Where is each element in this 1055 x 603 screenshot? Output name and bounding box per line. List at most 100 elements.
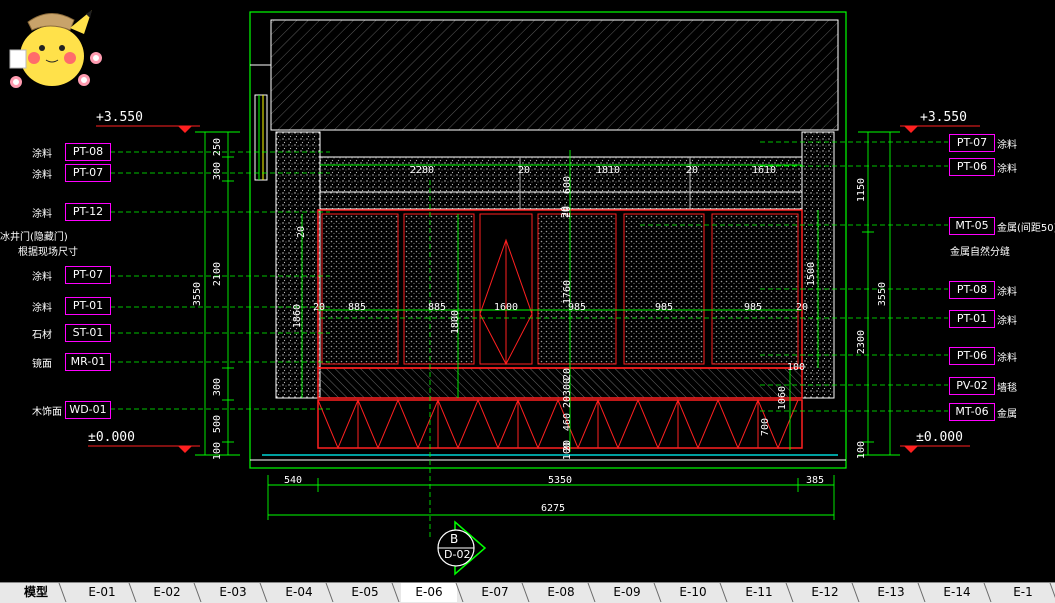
left-dim: 300 bbox=[212, 378, 223, 397]
panel-width-dim: 885 bbox=[348, 302, 367, 313]
right-total-dim: 3550 bbox=[877, 282, 888, 307]
vertical-dim: 20 bbox=[562, 396, 573, 409]
tab-e-09[interactable]: E-09 bbox=[599, 583, 655, 602]
tab-e-11[interactable]: E-11 bbox=[731, 583, 787, 602]
misc-dim: 100 bbox=[787, 362, 806, 373]
left-wall-stone bbox=[275, 131, 321, 399]
bottom-segment-dim: 385 bbox=[806, 475, 825, 486]
lower-cabinet bbox=[317, 399, 803, 449]
top-row-dim: 2280 bbox=[410, 165, 435, 176]
tab-e-05[interactable]: E-05 bbox=[337, 583, 393, 602]
left-label-text: 涂料 bbox=[32, 209, 52, 220]
mirror-band bbox=[317, 367, 803, 399]
panel-width-dim: 885 bbox=[428, 302, 447, 313]
right-label-text: 涂料 bbox=[997, 140, 1017, 151]
tab-e-1[interactable]: E-1 bbox=[995, 583, 1051, 602]
left-label-text: 冰井门(隐藏门) bbox=[0, 232, 68, 243]
left-material-tag[interactable]: ST-01 bbox=[65, 324, 111, 342]
left-dim: 500 bbox=[212, 415, 223, 434]
right-label-text: 金属自然分缝 bbox=[950, 247, 1010, 258]
right-material-tag[interactable]: MT-05 bbox=[949, 217, 995, 235]
panel-width-dim: 985 bbox=[744, 302, 763, 313]
right-material-tag[interactable]: PV-02 bbox=[949, 377, 995, 395]
left-label-text: 木饰面 bbox=[32, 407, 62, 418]
left-material-tag[interactable]: PT-01 bbox=[65, 297, 111, 315]
right-dim: 2300 bbox=[856, 330, 867, 355]
right-label-text: 涂料 bbox=[997, 316, 1017, 327]
left-material-tag[interactable]: PT-08 bbox=[65, 143, 111, 161]
bottom-segment-dim: 540 bbox=[284, 475, 303, 486]
left-material-tag[interactable]: PT-07 bbox=[65, 164, 111, 182]
misc-dim: 20 bbox=[560, 206, 571, 219]
elevation-bottom-left: ±0.000 bbox=[88, 430, 135, 445]
tab-e-06[interactable]: E-06 bbox=[401, 583, 457, 602]
tab-e-08[interactable]: E-08 bbox=[533, 583, 589, 602]
left-material-tag[interactable]: MR-01 bbox=[65, 353, 111, 371]
tab-e-10[interactable]: E-10 bbox=[665, 583, 721, 602]
right-material-tag[interactable]: PT-07 bbox=[949, 134, 995, 152]
top-row-dim: 1810 bbox=[596, 165, 621, 176]
right-label-text: 金属 bbox=[997, 409, 1017, 420]
tab-e-07[interactable]: E-07 bbox=[467, 583, 523, 602]
misc-dim: 1860 bbox=[292, 304, 303, 329]
right-material-tag[interactable]: PT-06 bbox=[949, 158, 995, 176]
tab-e-14[interactable]: E-14 bbox=[929, 583, 985, 602]
vertical-dim: 1760 bbox=[562, 280, 573, 305]
bottom-total-dim: 6275 bbox=[541, 503, 566, 514]
vertical-dim: 100 bbox=[562, 442, 573, 461]
top-row-dim: 20 bbox=[686, 165, 699, 176]
left-label-text: 涂料 bbox=[32, 149, 52, 160]
tab-model[interactable]: 模型 bbox=[12, 583, 60, 602]
left-label-text: 涂料 bbox=[32, 303, 52, 314]
left-dim: 2100 bbox=[212, 262, 223, 287]
misc-dim: 1500 bbox=[806, 262, 817, 287]
right-dim: 100 bbox=[856, 441, 867, 460]
ceiling-slab bbox=[270, 19, 839, 131]
cad-drawing-canvas[interactable]: +3.550 +3.550 ±0.000 ±0.000 涂料 PT-08 涂料 PT-… bbox=[0, 0, 1055, 582]
misc-dim: 1060 bbox=[777, 386, 788, 411]
right-material-tag[interactable]: PT-08 bbox=[949, 281, 995, 299]
vertical-dim: 600 bbox=[562, 176, 573, 195]
tab-e-13[interactable]: E-13 bbox=[863, 583, 919, 602]
panel-width-dim: 1600 bbox=[494, 302, 519, 313]
right-label-text: 墙毯 bbox=[997, 383, 1017, 394]
tab-e-04[interactable]: E-04 bbox=[271, 583, 327, 602]
tab-e-01[interactable]: E-01 bbox=[74, 583, 130, 602]
section-sheet: D-02 bbox=[444, 548, 471, 561]
left-label-text: 涂料 bbox=[32, 272, 52, 283]
misc-dim: 20 bbox=[296, 226, 307, 239]
vertical-dim: 300 bbox=[562, 378, 573, 397]
right-material-tag[interactable]: PT-06 bbox=[949, 347, 995, 365]
left-label-text: 根据现场尺寸 bbox=[18, 247, 78, 258]
section-letter: B bbox=[450, 532, 459, 546]
tab-e-03[interactable]: E-03 bbox=[205, 583, 261, 602]
left-dim: 300 bbox=[212, 162, 223, 181]
tab-e-02[interactable]: E-02 bbox=[139, 583, 195, 602]
tab-e-12[interactable]: E-12 bbox=[797, 583, 853, 602]
left-dim: 250 bbox=[212, 138, 223, 157]
right-material-tag[interactable]: PT-01 bbox=[949, 310, 995, 328]
right-label-text: 金属(间距50) bbox=[997, 223, 1055, 234]
left-material-tag[interactable]: PT-12 bbox=[65, 203, 111, 221]
misc-dim: 1800 bbox=[450, 310, 461, 335]
misc-dim: 20 bbox=[796, 302, 809, 313]
right-material-tag[interactable]: MT-06 bbox=[949, 403, 995, 421]
top-row-dim: 20 bbox=[518, 165, 531, 176]
right-label-text: 涂料 bbox=[997, 164, 1017, 175]
left-label-text: 镜面 bbox=[32, 359, 52, 370]
elevation-bottom-right: ±0.000 bbox=[916, 430, 963, 445]
left-material-tag[interactable]: WD-01 bbox=[65, 401, 111, 419]
left-dim: 100 bbox=[212, 442, 223, 461]
left-material-tag[interactable]: PT-07 bbox=[65, 266, 111, 284]
left-label-text: 石材 bbox=[32, 330, 52, 341]
right-label-text: 涂料 bbox=[997, 353, 1017, 364]
misc-dim: 20 bbox=[313, 302, 326, 313]
panel-width-dim: 985 bbox=[655, 302, 674, 313]
elevation-top-right: +3.550 bbox=[920, 110, 967, 125]
left-total-dim: 3550 bbox=[192, 282, 203, 307]
bottom-segment-dim: 5350 bbox=[548, 475, 573, 486]
left-label-text: 涂料 bbox=[32, 170, 52, 181]
right-dim: 1150 bbox=[856, 178, 867, 203]
misc-dim: 700 bbox=[760, 418, 771, 437]
top-row-dim: 1610 bbox=[752, 165, 777, 176]
